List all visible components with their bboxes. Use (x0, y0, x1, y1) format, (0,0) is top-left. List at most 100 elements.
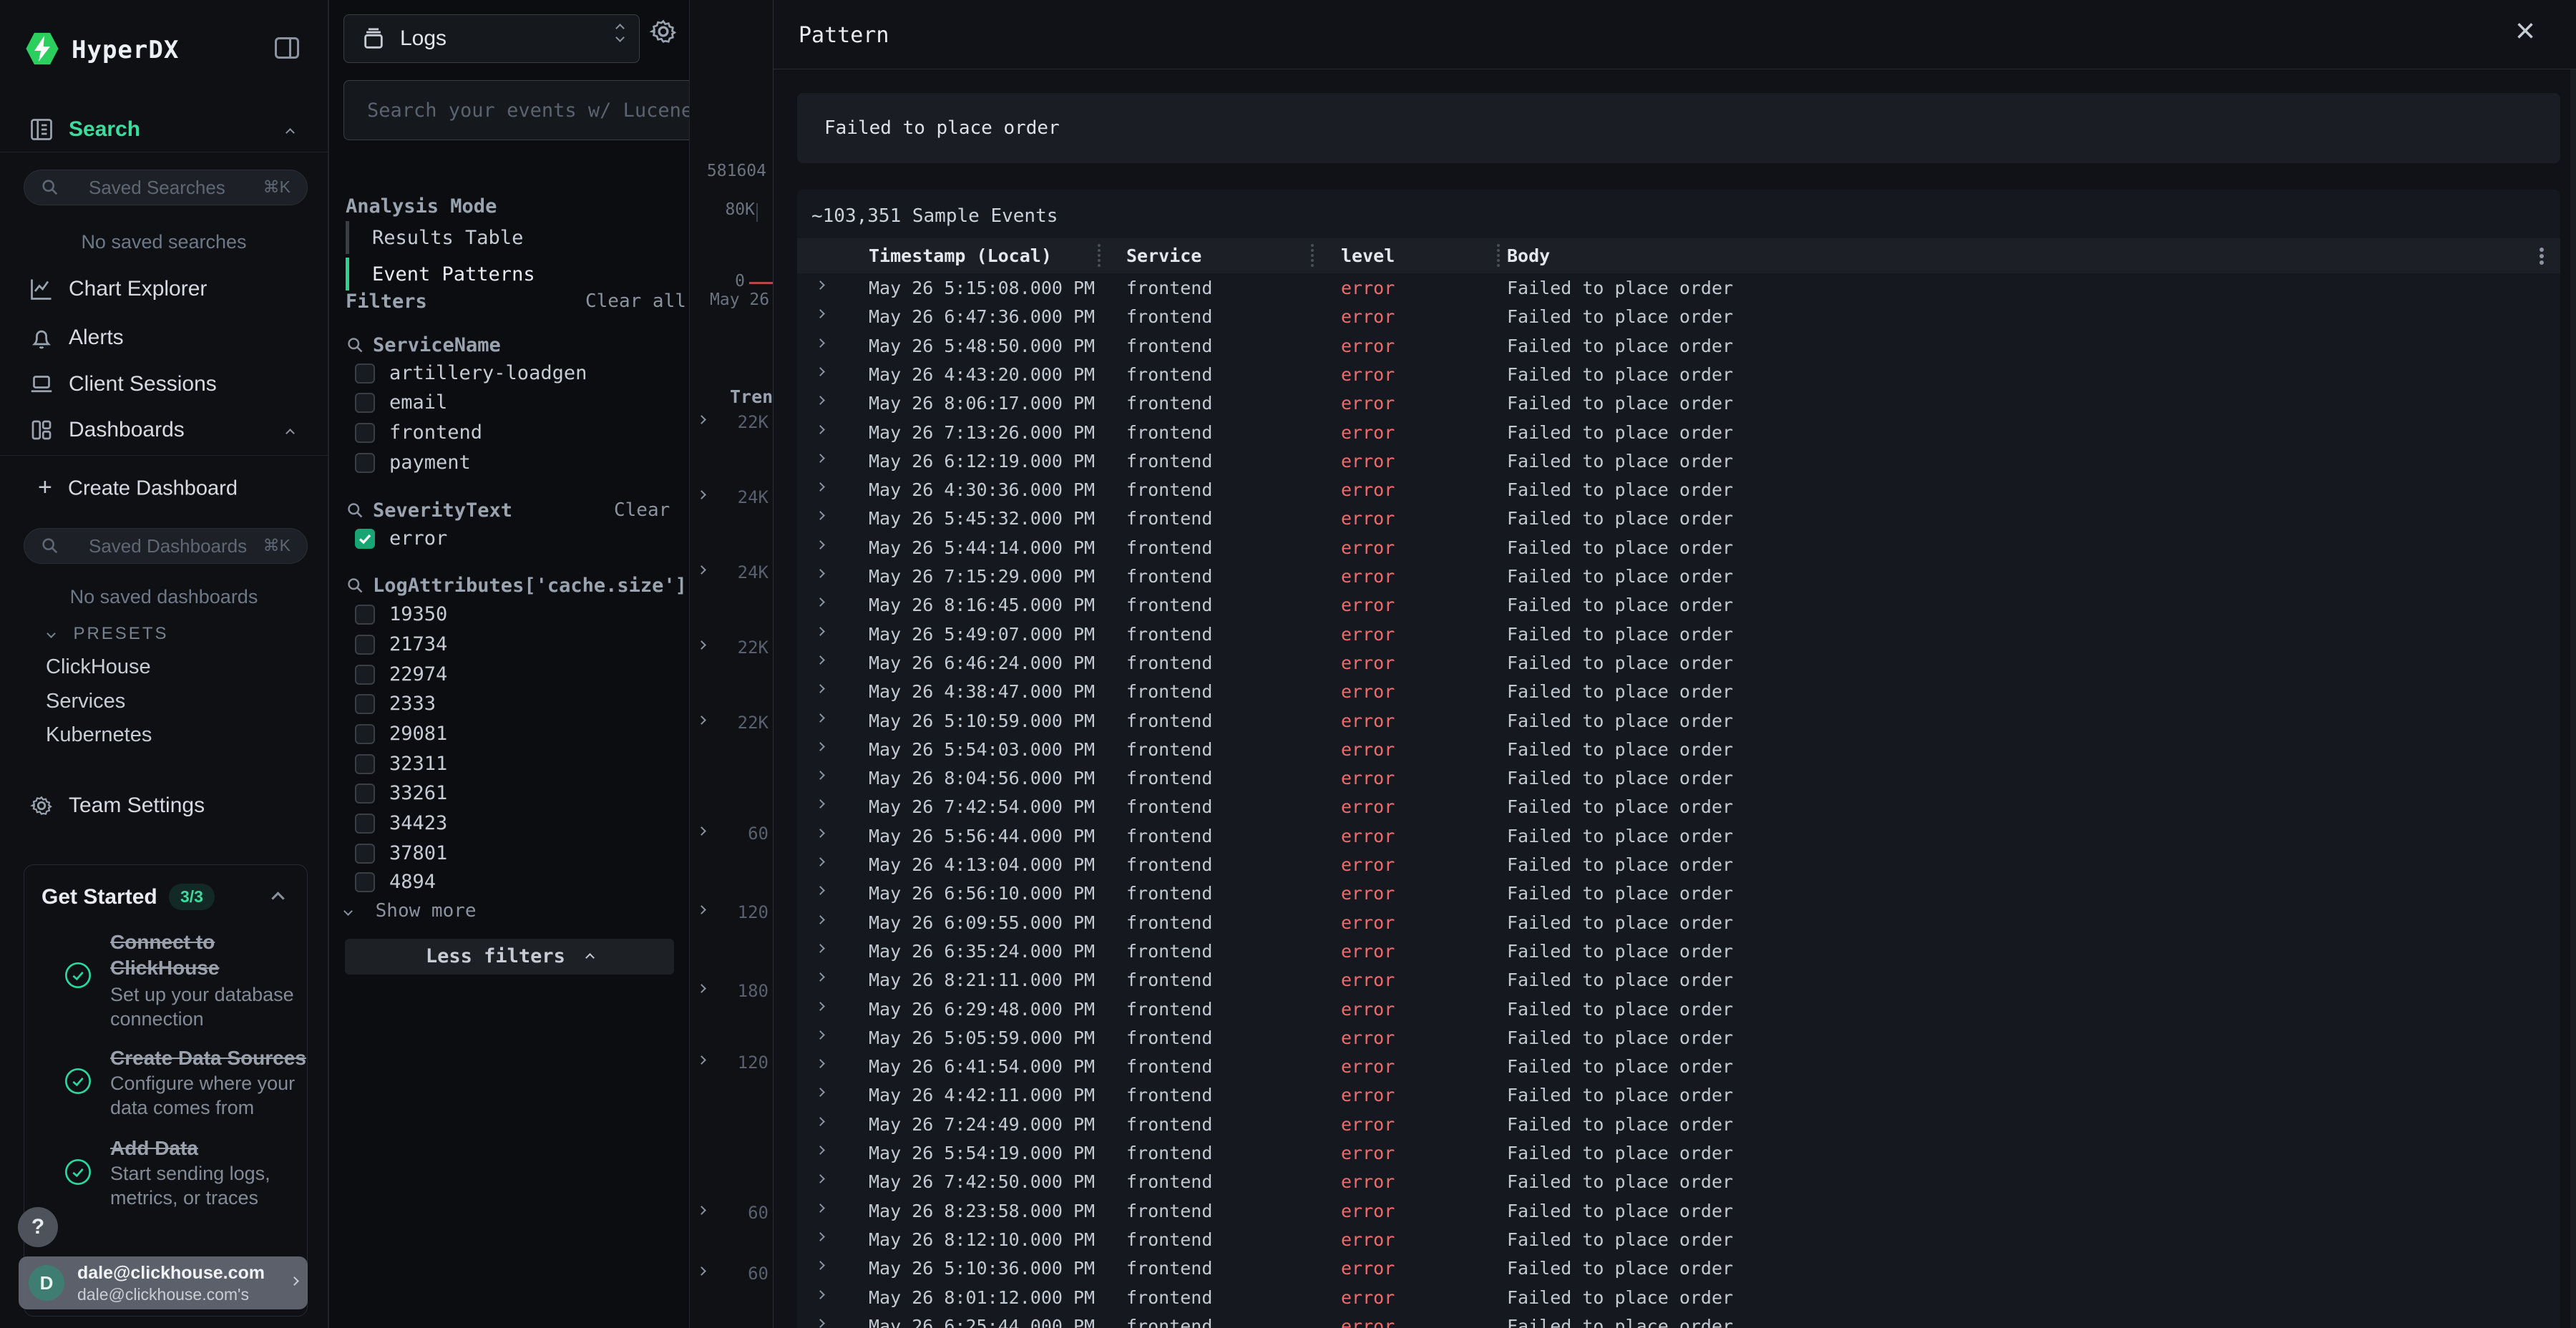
sidebar-item-client-sessions[interactable]: Client Sessions (0, 364, 328, 404)
table-row[interactable]: May 26 8:01:12.000 PMfrontenderrorFailed… (797, 1283, 2560, 1312)
table-row[interactable]: May 26 8:21:11.000 PMfrontenderrorFailed… (797, 965, 2560, 994)
table-row[interactable]: May 26 5:10:36.000 PMfrontenderrorFailed… (797, 1254, 2560, 1282)
table-row[interactable]: May 26 6:29:48.000 PMfrontenderrorFailed… (797, 995, 2560, 1023)
sidebar-item-dashboards[interactable]: Dashboards (0, 410, 328, 450)
table-row[interactable]: May 26 6:35:24.000 PMfrontenderrorFailed… (797, 937, 2560, 965)
user-menu[interactable]: D dale@clickhouse.com dale@clickhouse.co… (19, 1256, 308, 1309)
checkbox-unchecked[interactable] (355, 754, 375, 774)
pattern-row[interactable]: 60 (690, 819, 776, 848)
collapse-sidebar-icon[interactable] (275, 37, 299, 59)
column-resize-handle[interactable] (1497, 244, 1500, 267)
close-icon[interactable]: × (2515, 14, 2535, 49)
table-row[interactable]: May 26 4:30:36.000 PMfrontenderrorFailed… (797, 475, 2560, 504)
table-row[interactable]: May 26 5:45:32.000 PMfrontenderrorFailed… (797, 504, 2560, 532)
preset-services[interactable]: Services (46, 690, 125, 713)
table-row[interactable]: May 26 5:10:59.000 PMfrontenderrorFailed… (797, 706, 2560, 735)
pattern-row[interactable]: 24K (690, 558, 776, 587)
search-icon[interactable] (346, 501, 365, 520)
checkbox-unchecked[interactable] (355, 635, 375, 655)
pattern-row[interactable]: 22K (690, 633, 776, 662)
pattern-row[interactable]: 24K (690, 483, 776, 512)
table-row[interactable]: May 26 6:47:36.000 PMfrontenderrorFailed… (797, 302, 2560, 331)
table-row[interactable]: May 26 6:09:55.000 PMfrontenderrorFailed… (797, 908, 2560, 937)
pattern-row[interactable]: 22K (690, 408, 776, 436)
search-icon[interactable] (346, 336, 365, 355)
pattern-row[interactable]: 120 (690, 1048, 776, 1077)
table-row[interactable]: May 26 6:56:10.000 PMfrontenderrorFailed… (797, 879, 2560, 907)
collapse-get-started-chevron[interactable] (271, 892, 284, 904)
checkbox-unchecked[interactable] (355, 783, 375, 804)
drawer-scrollbar[interactable] (2570, 69, 2576, 1328)
table-row[interactable]: May 26 5:49:07.000 PMfrontenderrorFailed… (797, 620, 2560, 648)
column-resize-handle[interactable] (1098, 244, 1101, 267)
table-row[interactable]: May 26 7:42:54.000 PMfrontenderrorFailed… (797, 792, 2560, 821)
sidebar-item-team-settings[interactable]: Team Settings (0, 786, 328, 826)
checkbox-unchecked[interactable] (355, 724, 375, 744)
create-dashboard-button[interactable]: + Create Dashboard (0, 469, 328, 509)
clear-filter-link[interactable]: Clear (614, 499, 670, 521)
table-row[interactable]: May 26 8:06:17.000 PMfrontenderrorFailed… (797, 389, 2560, 417)
table-row[interactable]: May 26 5:48:50.000 PMfrontenderrorFailed… (797, 331, 2560, 360)
checkbox-unchecked[interactable] (355, 814, 375, 834)
sidebar-item-chart-explorer[interactable]: Chart Explorer (0, 269, 328, 309)
table-row[interactable]: May 26 8:23:58.000 PMfrontenderrorFailed… (797, 1196, 2560, 1225)
pattern-row[interactable]: 180 (690, 977, 776, 1005)
sidebar-item-search[interactable]: Search (0, 109, 328, 150)
table-row[interactable]: May 26 8:16:45.000 PMfrontenderrorFailed… (797, 590, 2560, 619)
table-row[interactable]: May 26 6:25:44.000 PMfrontenderrorFailed… (797, 1312, 2560, 1328)
checkbox-unchecked[interactable] (355, 694, 375, 714)
checkbox-unchecked[interactable] (355, 423, 375, 443)
clear-all-filters-link[interactable]: Clear all (585, 290, 686, 312)
preset-kubernetes[interactable]: Kubernetes (46, 723, 152, 747)
table-row[interactable]: May 26 7:24:49.000 PMfrontenderrorFailed… (797, 1110, 2560, 1138)
help-button[interactable]: ? (18, 1207, 58, 1247)
table-row[interactable]: May 26 5:44:14.000 PMfrontenderrorFailed… (797, 533, 2560, 562)
checkbox-unchecked[interactable] (355, 844, 375, 864)
show-more-link[interactable]: Show more (345, 900, 477, 922)
pattern-row[interactable]: 120 (690, 898, 776, 927)
table-row[interactable]: May 26 4:13:04.000 PMfrontenderrorFailed… (797, 850, 2560, 879)
table-row[interactable]: May 26 4:38:47.000 PMfrontenderrorFailed… (797, 677, 2560, 706)
cell-level: error (1341, 508, 1395, 529)
pattern-row[interactable]: 22K (690, 708, 776, 737)
table-row[interactable]: May 26 5:15:08.000 PMfrontenderrorFailed… (797, 273, 2560, 302)
table-row[interactable]: May 26 6:41:54.000 PMfrontenderrorFailed… (797, 1052, 2560, 1080)
checkbox-unchecked[interactable] (355, 453, 375, 473)
checkbox-unchecked[interactable] (355, 605, 375, 625)
checkbox-unchecked[interactable] (355, 872, 375, 892)
cell-service: frontend (1126, 1171, 1212, 1192)
mode-results-table[interactable]: Results Table (372, 227, 523, 249)
expand-row-chevron-icon (816, 597, 825, 607)
table-row[interactable]: May 26 7:15:29.000 PMfrontenderrorFailed… (797, 562, 2560, 590)
presets-toggle[interactable]: PRESETS (48, 624, 168, 644)
table-row[interactable]: May 26 8:12:10.000 PMfrontenderrorFailed… (797, 1225, 2560, 1254)
checkbox-unchecked[interactable] (355, 363, 375, 384)
column-resize-handle[interactable] (1311, 244, 1314, 267)
table-row[interactable]: May 26 7:42:50.000 PMfrontenderrorFailed… (797, 1167, 2560, 1196)
less-filters-button[interactable]: Less filters (345, 939, 674, 975)
table-row[interactable]: May 26 5:54:19.000 PMfrontenderrorFailed… (797, 1138, 2560, 1167)
sidebar-item-alerts[interactable]: Alerts (0, 318, 328, 358)
table-row[interactable]: May 26 4:43:20.000 PMfrontenderrorFailed… (797, 360, 2560, 389)
checkbox-unchecked[interactable] (355, 665, 375, 685)
table-row[interactable]: May 26 5:05:59.000 PMfrontenderrorFailed… (797, 1023, 2560, 1052)
preset-clickhouse[interactable]: ClickHouse (46, 655, 151, 679)
source-settings-gear-icon[interactable] (648, 16, 679, 47)
search-icon[interactable] (346, 576, 365, 595)
pattern-row[interactable]: 60 (690, 1259, 776, 1288)
pattern-row[interactable]: 60 (690, 1198, 776, 1227)
drawer-header: Pattern × (774, 0, 2576, 69)
table-options-kebab-icon[interactable] (2539, 245, 2545, 267)
table-row[interactable]: May 26 6:46:24.000 PMfrontenderrorFailed… (797, 648, 2560, 677)
table-row[interactable]: May 26 7:13:26.000 PMfrontenderrorFailed… (797, 418, 2560, 446)
checkbox-checked[interactable] (355, 529, 375, 549)
table-row[interactable]: May 26 8:04:56.000 PMfrontenderrorFailed… (797, 763, 2560, 792)
mode-event-patterns[interactable]: Event Patterns (372, 263, 535, 285)
table-row[interactable]: May 26 6:12:19.000 PMfrontenderrorFailed… (797, 446, 2560, 475)
table-row[interactable]: May 26 4:42:11.000 PMfrontenderrorFailed… (797, 1080, 2560, 1109)
table-row[interactable]: May 26 5:54:03.000 PMfrontenderrorFailed… (797, 735, 2560, 763)
source-select[interactable]: Logs (343, 14, 640, 63)
table-row[interactable]: May 26 5:56:44.000 PMfrontenderrorFailed… (797, 821, 2560, 850)
cell-body: Failed to place order (1507, 768, 1733, 788)
checkbox-unchecked[interactable] (355, 393, 375, 413)
